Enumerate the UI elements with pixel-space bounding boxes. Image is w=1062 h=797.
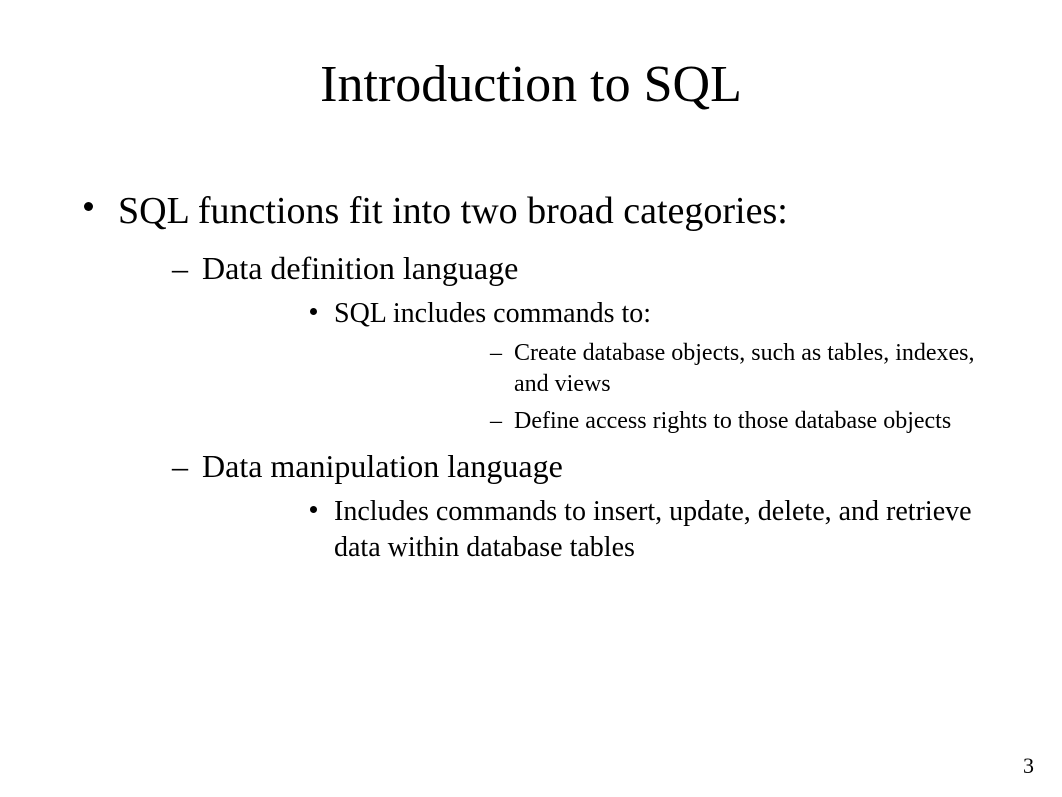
bullet-level-2: Data manipulation language Includes comm…: [118, 446, 990, 566]
bullet-level-3: Includes commands to insert, update, del…: [202, 494, 990, 566]
bullet-level-4: Define access rights to those database o…: [334, 406, 990, 437]
bullet-text: Create database objects, such as tables,…: [514, 340, 975, 397]
slide-body: SQL functions fit into two broad categor…: [72, 188, 990, 580]
bullet-level-2: Data definition language SQL includes co…: [118, 248, 990, 436]
bullet-text: Define access rights to those database o…: [514, 408, 951, 434]
bullet-text: Data manipulation language: [202, 448, 563, 484]
bullet-text: Includes commands to insert, update, del…: [334, 496, 972, 563]
page-number: 3: [1023, 753, 1034, 779]
bullet-level-1: SQL functions fit into two broad categor…: [72, 188, 990, 566]
slide-title: Introduction to SQL: [0, 56, 1062, 113]
bullet-level-3: SQL includes commands to: Create databas…: [202, 296, 990, 436]
slide: Introduction to SQL SQL functions fit in…: [0, 0, 1062, 797]
bullet-text: SQL includes commands to:: [334, 298, 651, 329]
bullet-text: SQL functions fit into two broad categor…: [118, 190, 788, 232]
bullet-level-4: Create database objects, such as tables,…: [334, 338, 990, 399]
bullet-text: Data definition language: [202, 250, 518, 286]
